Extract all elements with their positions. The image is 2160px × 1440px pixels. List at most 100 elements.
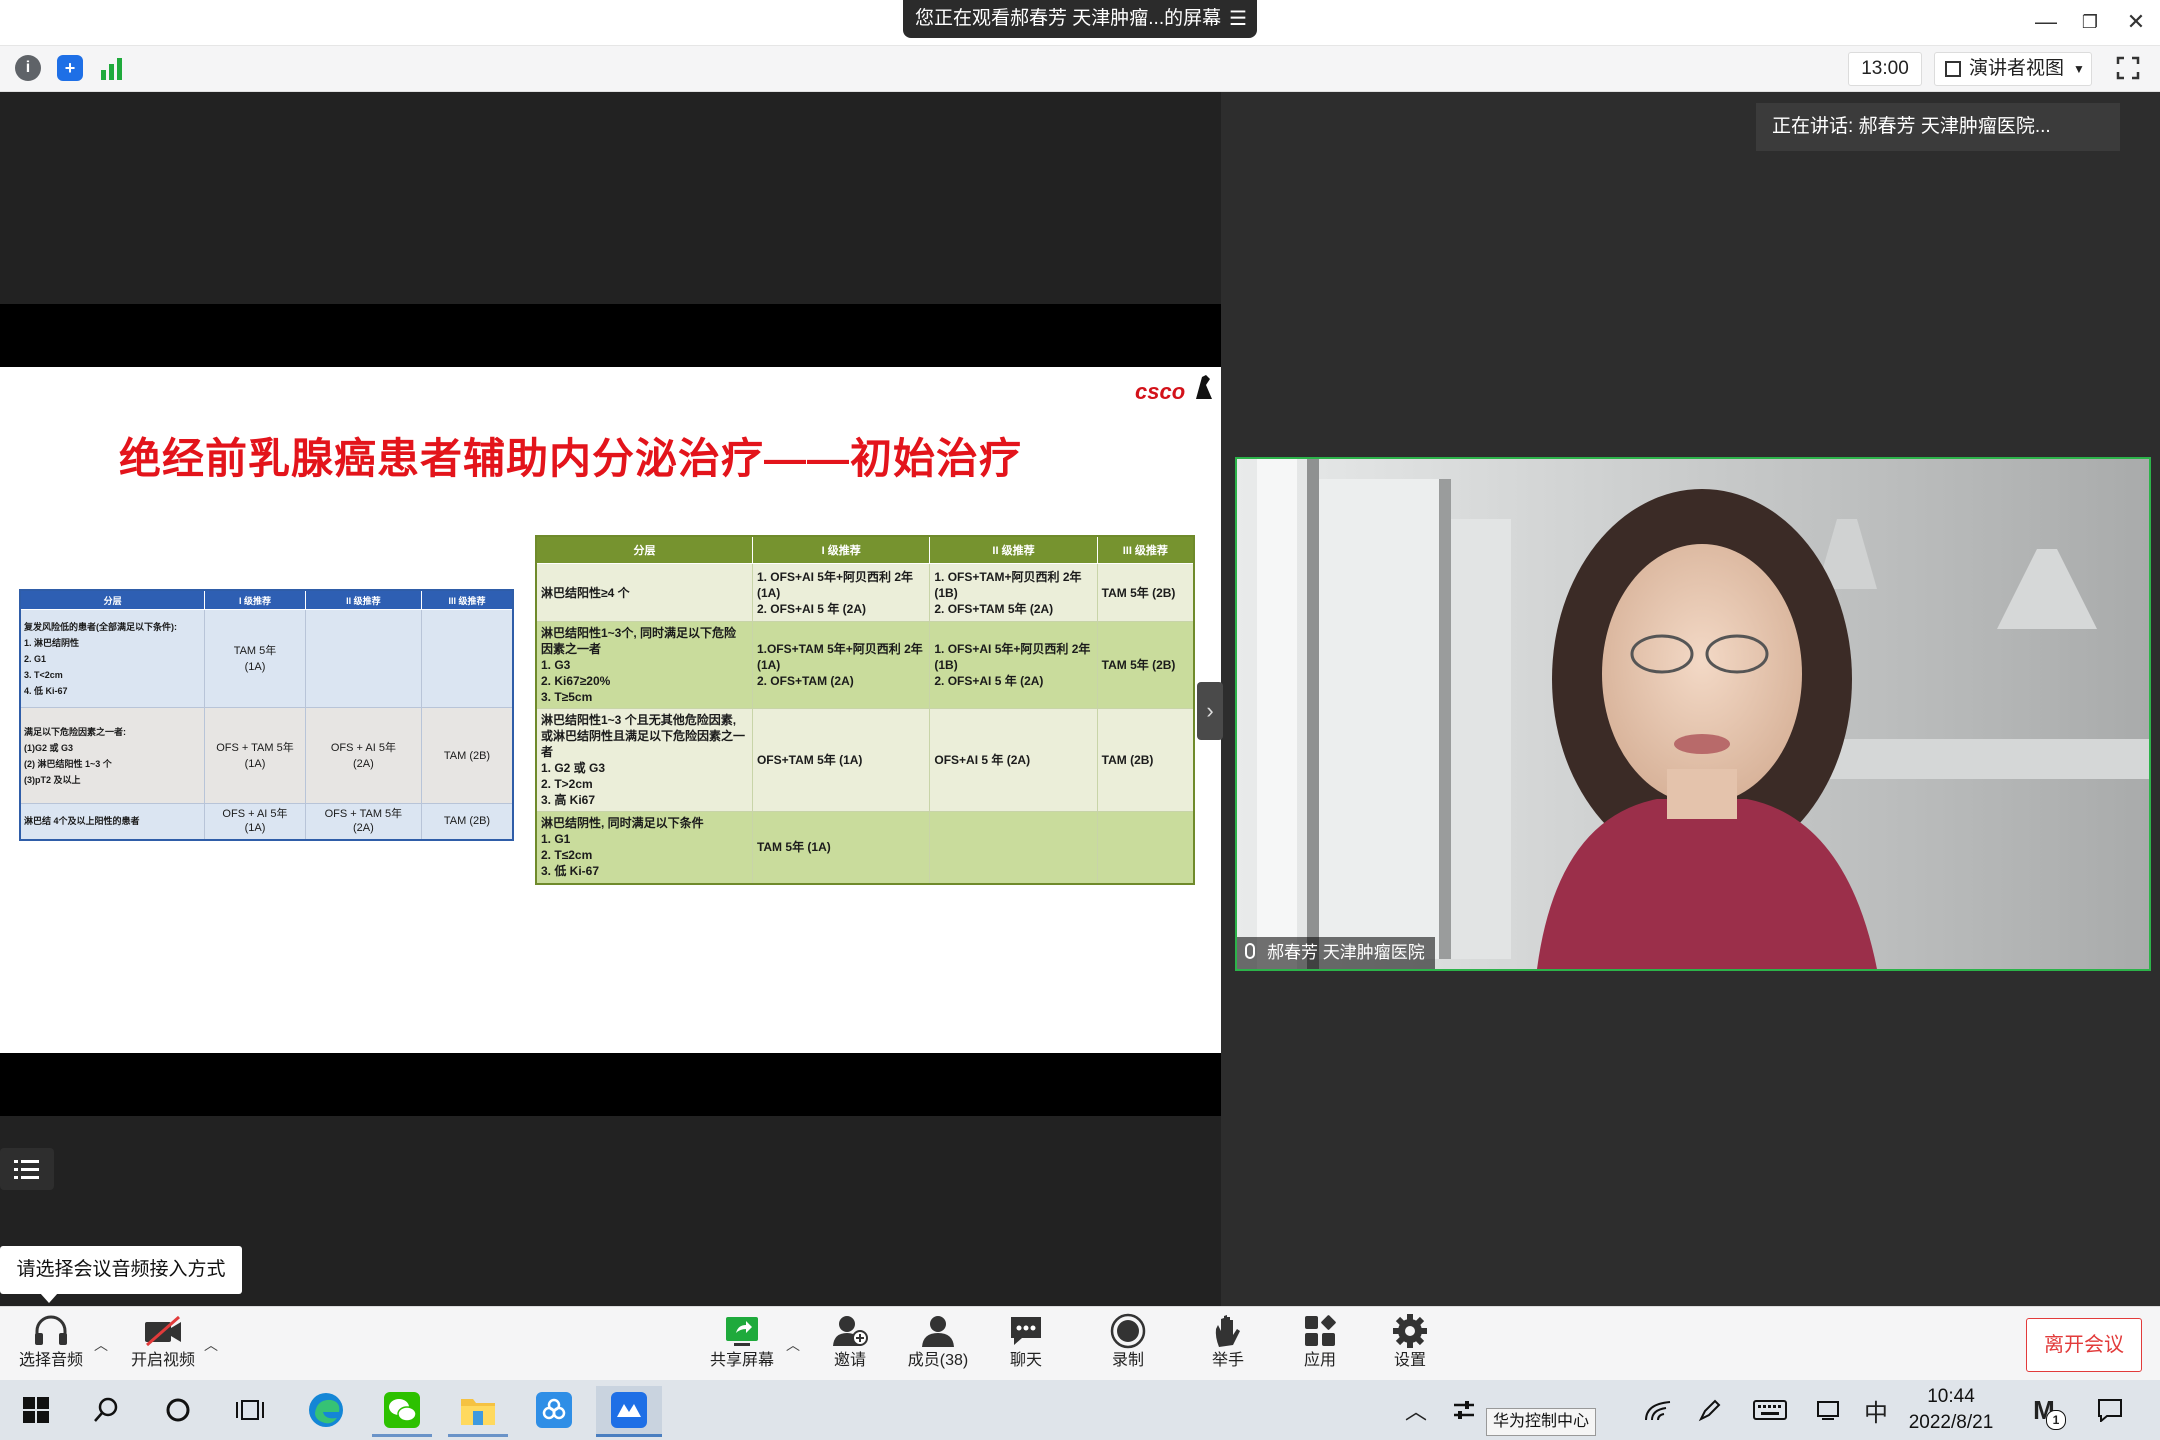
- table-cell: OFS+TAM 5年 (1A): [751, 708, 931, 812]
- wechat-icon[interactable]: [372, 1386, 432, 1437]
- task-view-icon[interactable]: [220, 1386, 280, 1434]
- display-icon[interactable]: [1808, 1380, 1848, 1440]
- show-hidden-icons-icon[interactable]: ︿: [1396, 1380, 1436, 1440]
- left-recommendation-table: 分层 I 级推荐 II 级推荐 III 级推荐 复发风险低的患者(全部满足以下条…: [19, 589, 514, 841]
- keyboard-icon[interactable]: [1746, 1380, 1794, 1440]
- cortana-icon[interactable]: [148, 1386, 208, 1434]
- video-options-caret-icon[interactable]: ︿: [204, 1335, 218, 1355]
- table-cell: OFS+AI 5 年 (2A): [929, 708, 1098, 812]
- huawei-control-center-icon[interactable]: [1444, 1380, 1484, 1440]
- invite-button[interactable]: 邀请: [812, 1311, 888, 1377]
- table-header: 分层: [19, 589, 206, 610]
- table-row: 复发风险低的患者(全部满足以下条件): 1. 淋巴结阴性 2. G1 3. T<…: [19, 609, 514, 708]
- raise-hand-icon: [1190, 1311, 1266, 1351]
- table-cell: TAM 5年 (1A): [204, 609, 306, 708]
- meeting-toolbar: i + 13:00 演讲者视图 ▼: [0, 46, 2160, 92]
- wifi-icon[interactable]: [1636, 1380, 1680, 1440]
- raise-hand-button[interactable]: 举手: [1190, 1311, 1266, 1377]
- cloud-app-icon[interactable]: [524, 1386, 584, 1434]
- share-banner-text: 您正在观看郝春芳 天津肿瘤...的屏幕: [915, 8, 1222, 29]
- table-cell: [929, 811, 1098, 884]
- active-speaker-label: 正在讲话: 郝春芳 天津肿瘤医院...: [1756, 103, 2120, 151]
- signal-icon[interactable]: [99, 56, 125, 80]
- audio-options-caret-icon[interactable]: ︿: [94, 1335, 108, 1355]
- view-mode-button[interactable]: 演讲者视图 ▼: [1934, 52, 2092, 86]
- share-screen-button[interactable]: 共享屏幕: [702, 1311, 782, 1377]
- table-cell: TAM 5年 (2B): [1096, 563, 1195, 622]
- members-button[interactable]: 成员(38): [898, 1311, 978, 1377]
- list-icon: [14, 1160, 39, 1179]
- record-label: 录制: [1111, 1352, 1144, 1369]
- restore-icon[interactable]: ❐: [2070, 6, 2110, 38]
- settings-button[interactable]: 设置: [1372, 1311, 1448, 1377]
- table-cell: 淋巴结阳性≥4 个: [535, 563, 753, 622]
- share-screen-icon: [702, 1311, 782, 1351]
- share-options-caret-icon[interactable]: ︿: [786, 1335, 800, 1355]
- pen-icon[interactable]: [1688, 1380, 1732, 1440]
- security-shield-icon[interactable]: +: [57, 55, 83, 81]
- edge-browser-icon[interactable]: [296, 1386, 356, 1434]
- leave-meeting-button[interactable]: 离开会议: [2026, 1318, 2142, 1372]
- fullscreen-icon[interactable]: [2116, 56, 2140, 80]
- table-cell: [420, 609, 514, 708]
- table-row: 淋巴结阴性, 同时满足以下条件 1. G1 2. T≤2cm 3. 低 Ki-6…: [535, 811, 1195, 884]
- active-speaker-text: 正在讲话: 郝春芳 天津肿瘤医院...: [1772, 116, 2051, 137]
- apps-button[interactable]: 应用: [1282, 1311, 1358, 1377]
- tencent-meeting-icon[interactable]: [596, 1386, 662, 1437]
- start-video-label: 开启视频: [130, 1352, 195, 1369]
- letterbox-bottom: [0, 1053, 1221, 1116]
- table-header: III 级推荐: [1096, 535, 1195, 564]
- action-center-icon[interactable]: [2088, 1380, 2132, 1440]
- headset-icon: [10, 1311, 92, 1351]
- close-icon[interactable]: ✕: [2116, 6, 2156, 38]
- table-cell: TAM (2B): [1096, 708, 1195, 812]
- chat-icon: [988, 1311, 1064, 1351]
- info-icon[interactable]: i: [15, 55, 41, 81]
- share-screen-label: 共享屏幕: [709, 1352, 774, 1369]
- table-header: I 级推荐: [204, 589, 306, 610]
- select-audio-label: 选择音频: [18, 1352, 83, 1369]
- menu-icon[interactable]: ☰: [1229, 0, 1247, 38]
- chat-label: 聊天: [1009, 1352, 1042, 1369]
- table-row: 淋巴结阳性1~3个, 同时满足以下危险因素之一者 1. G3 2. Ki67≥2…: [535, 621, 1195, 709]
- notification-center-badge[interactable]: M 1: [2022, 1380, 2066, 1440]
- speaker-video-tile[interactable]: 郝春芳 天津肿瘤医院: [1235, 457, 2151, 971]
- table-cell: TAM 5年 (1A): [751, 811, 931, 884]
- table-row: 淋巴结 4个及以上阳性的患者 OFS + AI 5年 (1A) OFS + TA…: [19, 803, 514, 840]
- video-participant-name: 郝春芳 天津肿瘤医院: [1267, 943, 1425, 962]
- start-video-button[interactable]: 开启视频: [122, 1311, 204, 1377]
- table-cell: 1. OFS+AI 5年+阿贝西利 2年 (1A) 2. OFS+AI 5 年 …: [751, 563, 931, 622]
- collapse-panel-button[interactable]: ›: [1197, 682, 1223, 740]
- list-menu-button[interactable]: [0, 1148, 54, 1190]
- system-clock[interactable]: 10:44 2022/8/21: [1888, 1384, 2014, 1436]
- table-cell: TAM (2B): [420, 803, 514, 840]
- invite-person-icon: [812, 1311, 888, 1351]
- speaker-view-icon: [1945, 61, 1961, 77]
- view-mode-label: 演讲者视图: [1969, 58, 2065, 79]
- chat-button[interactable]: 聊天: [988, 1311, 1064, 1377]
- settings-label: 设置: [1393, 1352, 1426, 1369]
- slide-title: 绝经前乳腺癌患者辅助内分泌治疗——初始治疗: [118, 435, 1022, 482]
- minimize-icon[interactable]: —: [2026, 6, 2066, 38]
- table-cell: 淋巴结阳性1~3 个且无其他危险因素, 或淋巴结阴性且满足以下危险因素之一者 1…: [535, 708, 753, 812]
- tooltip-arrow: [40, 1293, 58, 1303]
- windows-start-icon[interactable]: [6, 1386, 66, 1434]
- table-cell: 淋巴结阴性, 同时满足以下条件 1. G1 2. T≤2cm 3. 低 Ki-6…: [535, 811, 753, 884]
- audio-tooltip: 请选择会议音频接入方式: [0, 1246, 242, 1294]
- table-cell: OFS + AI 5年 (2A): [304, 707, 422, 804]
- table-cell: [304, 609, 422, 708]
- table-row: 满足以下危险因素之一者: (1)G2 或 G3 (2) 淋巴结阳性 1~3 个 …: [19, 707, 514, 804]
- record-button[interactable]: 录制: [1090, 1311, 1166, 1377]
- search-icon[interactable]: [76, 1386, 136, 1434]
- meeting-control-bar: 选择音频 ︿ 开启视频 ︿ 共享屏幕 ︿ 邀请 成员(38) 聊天 录制 举手 …: [0, 1306, 2160, 1381]
- table-cell: OFS + TAM 5年 (1A): [204, 707, 306, 804]
- share-banner[interactable]: 您正在观看郝春芳 天津肿瘤...的屏幕 ☰: [903, 0, 1257, 38]
- csco-logo: csco: [1135, 379, 1186, 404]
- gear-icon: [1372, 1311, 1448, 1351]
- shared-slide: csco 绝经前乳腺癌患者辅助内分泌治疗——初始治疗 分层 I 级推荐 II 级…: [0, 367, 1221, 1053]
- table-header: III 级推荐: [420, 589, 514, 610]
- file-explorer-icon[interactable]: [448, 1386, 508, 1437]
- select-audio-button[interactable]: 选择音频: [10, 1311, 92, 1377]
- table-cell: OFS + AI 5年 (1A): [204, 803, 306, 840]
- table-cell: 满足以下危险因素之一者: (1)G2 或 G3 (2) 淋巴结阳性 1~3 个 …: [19, 707, 206, 804]
